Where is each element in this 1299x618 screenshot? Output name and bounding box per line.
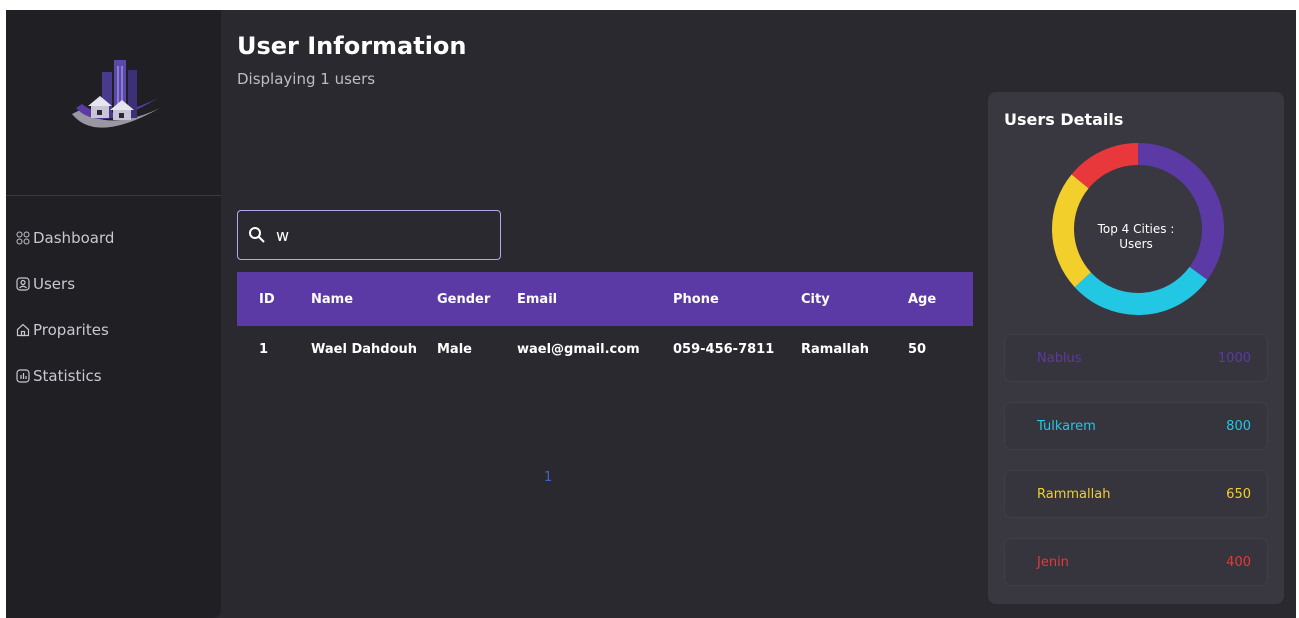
pagination-page-1[interactable]: 1 [544,470,552,485]
dashboard-grid-icon [16,231,30,245]
city-name: Jenin [1037,554,1069,570]
table-header: ID Name Gender Email Phone City Age [237,272,973,326]
page-subtitle: Displaying 1 users [237,70,376,88]
cell-email: wael@gmail.com [517,341,640,357]
cell-name: Wael Dahdouh [311,341,418,357]
logo [72,60,160,128]
city-value: 1000 [1217,350,1251,366]
city-card-nablus: Nablus 1000 [1004,334,1268,382]
column-header-gender[interactable]: Gender [415,292,495,307]
users-icon [16,277,30,291]
users-details-panel: Users Details Top 4 Cities : Users Nablu… [988,92,1284,604]
city-card-rammallah: Rammallah 650 [1004,470,1268,518]
sidebar-divider [6,195,221,196]
sidebar-item-statistics[interactable]: Statistics [16,353,114,399]
cell-id: 1 [259,341,269,357]
city-name: Tulkarem [1037,418,1096,434]
column-header-city[interactable]: City [779,292,886,307]
sidebar-item-dashboard[interactable]: Dashboard [16,215,114,261]
donut-center-label: Top 4 Cities : [1097,222,1175,236]
details-title: Users Details [1004,110,1124,129]
column-header-age[interactable]: Age [886,292,973,307]
users-table: ID Name Gender Email Phone City Age 1 Wa… [237,272,973,372]
search-input[interactable] [274,224,488,246]
city-value: 650 [1226,486,1251,502]
page-title: User Information [237,32,467,60]
city-name: Rammallah [1037,486,1111,502]
column-header-phone[interactable]: Phone [651,292,779,307]
cell-age: 50 [908,341,927,357]
cell-phone: 059-456-7811 [673,341,775,357]
city-name: Nablus [1037,350,1082,366]
search-icon [249,227,265,243]
column-header-id[interactable]: ID [237,292,289,307]
city-value: 800 [1226,418,1251,434]
sidebar-item-label: Proparites [33,321,109,339]
cell-city: Ramallah [801,341,870,357]
sidebar: Dashboard Users Proparites Statistics [6,10,221,618]
table-row[interactable]: 1 Wael Dahdouh Male wael@gmail.com 059-4… [237,326,973,372]
sidebar-item-label: Users [33,275,76,293]
city-card-tulkarem: Tulkarem 800 [1004,402,1268,450]
city-value: 400 [1226,554,1251,570]
sidebar-item-label: Statistics [33,367,102,385]
column-header-email[interactable]: Email [495,292,651,307]
donut-slice-tulkarem[interactable] [1074,266,1208,315]
search-box[interactable] [237,210,501,260]
statistics-icon [16,369,30,383]
app-frame: Dashboard Users Proparites Statistics Us… [6,10,1296,618]
sidebar-item-proparites[interactable]: Proparites [16,307,114,353]
sidebar-nav: Dashboard Users Proparites Statistics [16,215,114,399]
sidebar-item-label: Dashboard [33,229,115,247]
column-header-name[interactable]: Name [289,292,415,307]
donut-slice-jenin[interactable] [1071,143,1139,189]
sidebar-item-users[interactable]: Users [16,261,114,307]
donut-slice-nablus[interactable] [1137,143,1224,280]
donut-center-label-unit: Users [1119,237,1153,251]
home-icon [16,323,30,337]
city-card-jenin: Jenin 400 [1004,538,1268,586]
cell-gender: Male [437,341,472,357]
